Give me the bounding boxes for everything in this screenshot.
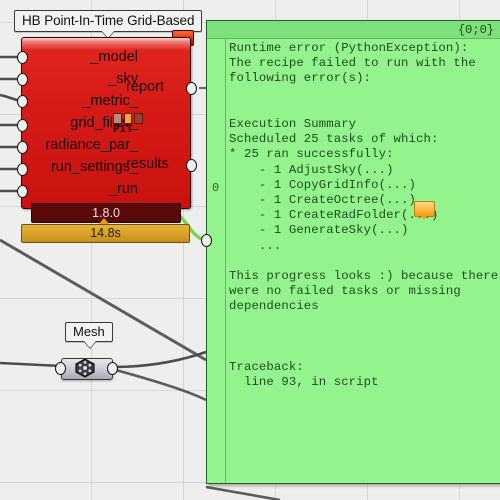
mesh-output-port[interactable] [107, 362, 118, 375]
output-port-results[interactable] [186, 159, 197, 172]
output-port-report[interactable] [186, 82, 197, 95]
panel-input-port[interactable] [201, 234, 212, 247]
component-runtime-bar: 14.8s [21, 224, 190, 243]
wire-diagonal-left [0, 238, 207, 362]
wire-mesh-input [0, 361, 62, 368]
mesh-title-pointer [84, 341, 96, 348]
input-port-run[interactable] [17, 185, 28, 198]
pit-icon: PIT [113, 113, 144, 140]
input-label-run-settings: run_settings_ [50, 159, 138, 175]
mesh-hexagon-icon [75, 358, 95, 378]
wire-mesh-output-a [111, 350, 207, 369]
pit-cell-1 [113, 113, 122, 124]
mesh-input-port[interactable] [55, 362, 66, 375]
input-port-metric[interactable] [17, 95, 28, 108]
output-panel[interactable]: {0;0} 0 Runtime error (PythonException):… [206, 20, 500, 484]
input-label-metric: _metric_ [82, 93, 138, 109]
input-port-sky[interactable] [17, 73, 28, 86]
wire-mesh-output-b [111, 367, 207, 402]
pit-cell-2 [123, 113, 133, 124]
input-port-radiance-par[interactable] [17, 141, 28, 154]
grasshopper-canvas[interactable]: HB Point-In-Time Grid-Based _model _sky … [0, 0, 500, 500]
panel-output-text: Runtime error (PythonException): The rec… [229, 41, 499, 390]
input-port-run-settings[interactable] [17, 163, 28, 176]
output-label-report: report [126, 79, 164, 95]
input-port-grid-filter[interactable] [17, 119, 28, 132]
panel-path-label: {0;0} [207, 21, 500, 39]
pit-icon-cells [113, 113, 144, 124]
panel-gutter-index: 0 [212, 181, 220, 195]
hb-point-in-time-grid-based-component[interactable]: _model _sky _metric_ grid_filter_ radian… [21, 37, 191, 209]
output-label-results: results [126, 156, 169, 172]
pit-icon-label: PIT [113, 124, 133, 136]
wire-bottom-right [205, 485, 281, 500]
mesh-title-label: Mesh [65, 322, 113, 342]
pit-cell-3 [134, 113, 144, 124]
input-label-model: _model [90, 49, 138, 65]
input-label-run: _run [108, 181, 138, 197]
component-title-label: HB Point-In-Time Grid-Based [14, 10, 203, 32]
warning-balloon-pointer [420, 214, 428, 220]
panel-gutter [207, 39, 226, 483]
input-port-model[interactable] [17, 51, 28, 64]
